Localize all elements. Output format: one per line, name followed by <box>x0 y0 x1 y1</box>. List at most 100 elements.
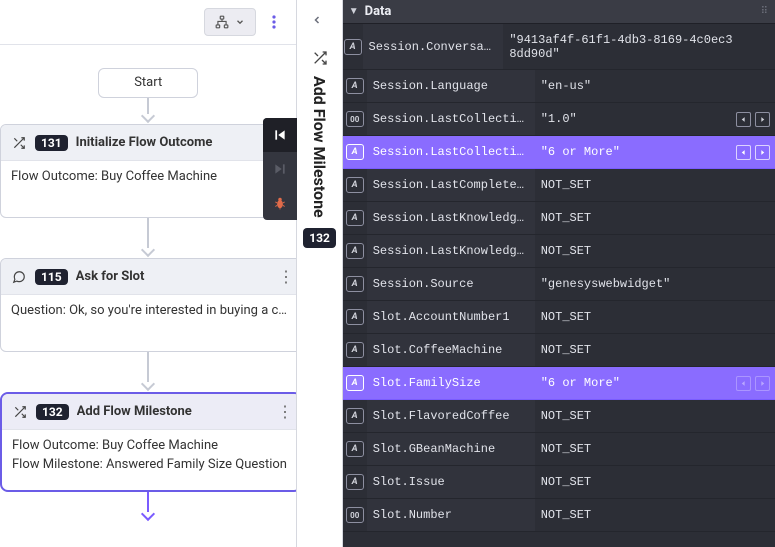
data-row[interactable]: ASession.LastKnowledgeAn…NOT_SET <box>343 202 775 235</box>
canvas-toolbar <box>0 0 296 44</box>
step-back-button[interactable] <box>263 118 297 152</box>
data-row[interactable]: ASession.LastCollectionU…"6 or More" <box>343 136 775 169</box>
drag-grip-icon[interactable]: ⠿ <box>761 6 769 17</box>
data-key: Slot.FlavoredCoffee <box>367 400 535 432</box>
data-row[interactable]: ASlot.CoffeeMachineNOT_SET <box>343 334 775 367</box>
node-body-line: Flow Outcome: Buy Coffee Machine <box>11 169 291 184</box>
inspector-title: Add Flow Milestone <box>310 76 329 218</box>
nav-cell <box>735 169 775 201</box>
data-row[interactable]: ASession.Language"en-us" <box>343 70 775 103</box>
node-body: Flow Outcome: Buy Coffee Machine <box>1 161 297 217</box>
data-row[interactable]: ASession.LastKnowledgeQu…NOT_SET <box>343 235 775 268</box>
step-forward-button[interactable] <box>263 152 297 186</box>
data-row[interactable]: ASession.LastCompletedIn…NOT_SET <box>343 169 775 202</box>
data-rows[interactable]: ASession.ConversationId"9413af4f-61f1-4d… <box>343 24 775 547</box>
node-body-line: Flow Milestone: Answered Family Size Que… <box>12 457 290 472</box>
data-value: NOT_SET <box>535 433 735 465</box>
nav-cell <box>735 367 775 399</box>
data-row[interactable]: 00Slot.NumberNOT_SET <box>343 499 775 532</box>
data-panel: ▼ Data ⠿ ASession.ConversationId"9413af4… <box>343 0 775 547</box>
nav-cell <box>735 499 775 531</box>
data-value: NOT_SET <box>535 202 735 234</box>
node-body: Question: Ok, so you're interested in bu… <box>1 295 297 351</box>
data-key: Session.LastKnowledgeQu… <box>367 235 535 267</box>
node-initialize-flow-outcome[interactable]: 131 Initialize Flow Outcome ⋮ Flow Outco… <box>0 124 297 218</box>
node-ask-for-slot[interactable]: 115 Ask for Slot ⋮ Question: Ok, so you'… <box>0 258 297 352</box>
data-value: NOT_SET <box>535 334 735 366</box>
node-body-line: Question: Ok, so you're interested in bu… <box>11 303 291 318</box>
type-icon: A <box>343 334 367 366</box>
next-value-button[interactable] <box>755 112 770 127</box>
shuffle-icon <box>312 50 328 66</box>
start-node[interactable]: Start <box>98 68 198 98</box>
data-row[interactable]: ASlot.FlavoredCoffeeNOT_SET <box>343 400 775 433</box>
type-icon: A <box>343 268 367 300</box>
nav-cell <box>735 400 775 432</box>
type-icon: A <box>343 301 367 333</box>
data-row[interactable]: ASlot.GBeanMachineNOT_SET <box>343 433 775 466</box>
debug-toolbar <box>263 118 297 220</box>
data-row[interactable]: ASlot.IssueNOT_SET <box>343 466 775 499</box>
data-row[interactable]: ASession.Source"genesyswebwidget" <box>343 268 775 301</box>
data-key: Session.Source <box>367 268 535 300</box>
data-key: Session.LastCollectionC… <box>367 103 535 135</box>
structure-dropdown-button[interactable] <box>204 8 256 36</box>
type-icon: A <box>343 70 367 102</box>
connector <box>147 98 149 124</box>
type-icon: A <box>343 367 367 399</box>
data-value: NOT_SET <box>535 235 735 267</box>
next-value-button[interactable] <box>755 145 770 160</box>
type-icon: A <box>343 136 367 168</box>
canvas-kebab-menu[interactable] <box>262 8 286 36</box>
type-icon: A <box>343 466 367 498</box>
prev-value-button <box>736 376 751 391</box>
data-value: "genesyswebwidget" <box>535 268 735 300</box>
node-id-badge: 131 <box>35 135 68 151</box>
data-value: "1.0" <box>535 103 735 135</box>
flow-canvas[interactable]: Start 131 Initialize Flow Outcome ⋮ Flow… <box>0 44 296 547</box>
data-value: NOT_SET <box>535 169 735 201</box>
data-key: Slot.Number <box>367 499 535 531</box>
nav-cell <box>735 334 775 366</box>
data-key: Slot.Issue <box>367 466 535 498</box>
data-value: "en-us" <box>535 70 735 102</box>
node-id-badge: 115 <box>35 269 68 285</box>
data-panel-title: Data <box>365 4 392 19</box>
data-row[interactable]: 00Session.LastCollectionC…"1.0" <box>343 103 775 136</box>
type-icon: 00 <box>343 499 367 531</box>
data-row[interactable]: ASession.ConversationId"9413af4f-61f1-4d… <box>343 24 775 70</box>
inspector-strip: Add Flow Milestone 132 <box>297 0 342 547</box>
data-key: Session.ConversationId <box>363 24 504 69</box>
debug-button[interactable] <box>263 186 297 220</box>
nav-cell <box>735 268 775 300</box>
node-menu-button[interactable]: ⋮ <box>276 402 294 421</box>
data-key: Slot.CoffeeMachine <box>367 334 535 366</box>
chevron-down-icon <box>235 17 245 27</box>
node-body-line: Flow Outcome: Buy Coffee Machine <box>12 438 290 453</box>
type-icon: 00 <box>343 103 367 135</box>
next-value-button <box>755 376 770 391</box>
data-row[interactable]: ASlot.AccountNumber1NOT_SET <box>343 301 775 334</box>
connector <box>147 492 149 522</box>
node-menu-button[interactable]: ⋮ <box>277 267 295 286</box>
data-panel-header[interactable]: ▼ Data ⠿ <box>343 0 775 24</box>
prev-value-button[interactable] <box>736 112 751 127</box>
inspector-node-badge: 132 <box>303 228 336 248</box>
data-key: Slot.AccountNumber1 <box>367 301 535 333</box>
type-icon: A <box>343 24 363 69</box>
chat-icon <box>11 269 27 285</box>
shuffle-icon <box>12 404 28 420</box>
data-value: NOT_SET <box>535 400 735 432</box>
data-row[interactable]: ASlot.FamilySize"6 or More" <box>343 367 775 400</box>
node-title: Initialize Flow Outcome <box>76 135 269 150</box>
collapse-inspector-button[interactable] <box>311 14 323 26</box>
shuffle-icon <box>11 135 27 151</box>
nav-cell <box>735 70 775 102</box>
data-value: "6 or More" <box>535 136 735 168</box>
prev-value-button[interactable] <box>736 145 751 160</box>
data-value: "6 or More" <box>535 367 735 399</box>
nav-cell <box>735 301 775 333</box>
node-add-flow-milestone[interactable]: 132 Add Flow Milestone ⋮ Flow Outcome: B… <box>0 392 297 492</box>
type-icon: A <box>343 433 367 465</box>
nav-cell <box>735 103 775 135</box>
